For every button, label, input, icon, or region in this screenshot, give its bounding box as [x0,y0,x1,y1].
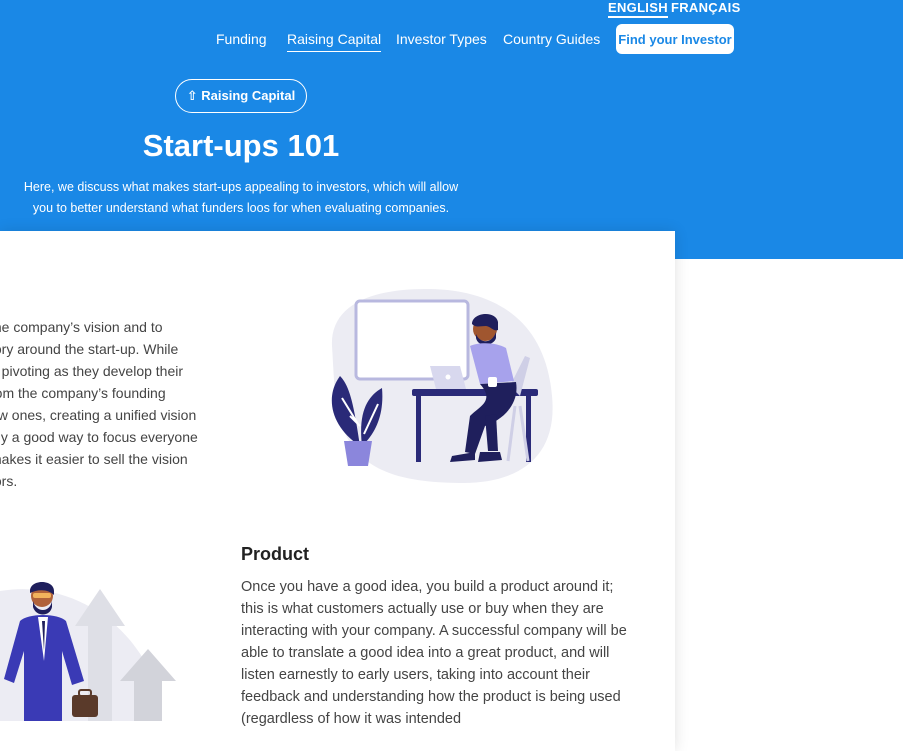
content-card: the company’s vision and to tory around … [0,231,675,751]
desk-worker-illustration [331,288,553,484]
coffee-mug [488,377,497,387]
find-investor-button[interactable]: Find your Investor [616,24,734,54]
paragraph-line: tors. [0,473,18,489]
nav-raising-capital[interactable]: Raising Capital [287,31,382,52]
product-paragraph: Once you have a good idea, you build a p… [241,579,627,727]
subtitle-line: you to better understand what funders lo… [32,201,450,215]
page-subtitle: Here, we discuss what makes start-ups ap… [0,177,482,219]
language-english[interactable]: ENGLISH [608,0,668,18]
paragraph-line: the company’s vision and to [0,319,163,335]
paragraph-line: tory around the start-up. While [0,341,179,357]
subtitle-line: Here, we discuss what makes start-ups ap… [23,180,459,194]
vision-paragraph: the company’s vision and to tory around … [0,316,222,492]
paragraph-line: nly a good way to focus everyone [0,429,198,445]
paragraph-line: rom the company’s founding [0,385,166,401]
nav-investor-types[interactable]: Investor Types [396,31,487,47]
hero-banner: ENGLISH FRANÇAIS Funding Raising Capital… [0,0,903,259]
language-french[interactable]: FRANÇAIS [671,0,741,15]
desk-leg [416,396,421,462]
section-heading-product: Product [241,544,310,564]
paragraph-line: makes it easier to sell the vision [0,451,188,467]
nav-country-guides[interactable]: Country Guides [503,31,600,47]
plant-pot [344,441,372,466]
sunglasses [33,593,51,598]
nav-funding[interactable]: Funding [216,31,267,47]
page-title: Start-ups 101 [142,128,340,163]
paragraph-line: ew ones, creating a unified vision [0,407,197,423]
businessman-illustration [0,582,176,721]
briefcase [72,695,98,717]
category-pill-raising-capital[interactable]: ⇧ Raising Capital [175,79,307,113]
paragraph-line: o pivoting as they develop their [0,363,184,379]
